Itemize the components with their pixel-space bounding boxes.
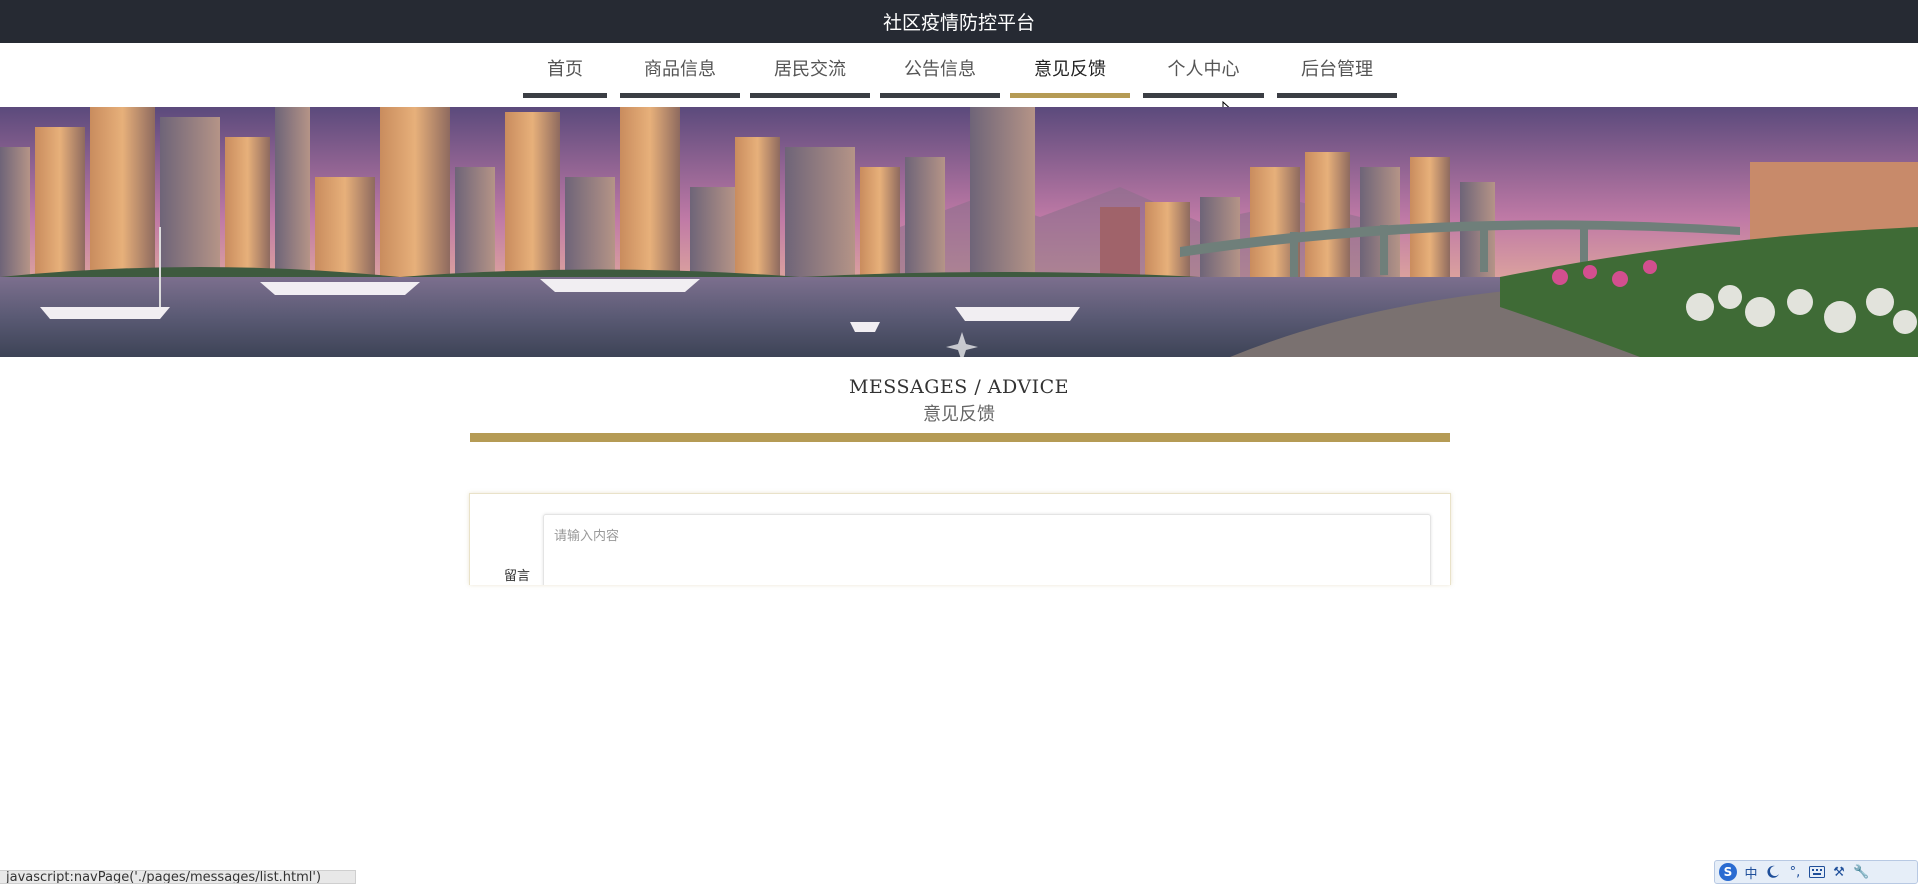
- nav-item-products[interactable]: 商品信息: [620, 43, 740, 98]
- punctuation-icon[interactable]: °,: [1787, 863, 1803, 881]
- keyboard-icon[interactable]: [1809, 863, 1825, 881]
- site-title: 社区疫情防控平台: [882, 12, 1035, 34]
- hero-banner-image: [0, 107, 1918, 357]
- sogou-q-icon[interactable]: S: [1719, 863, 1737, 881]
- moon-icon[interactable]: [1765, 863, 1781, 881]
- nav-item-feedback[interactable]: 意见反馈: [1010, 43, 1130, 98]
- city-skyline-illustration: [0, 107, 1918, 357]
- section-title-zh: 意见反馈: [923, 404, 995, 425]
- nav-item-home[interactable]: 首页: [523, 43, 607, 98]
- nav-item-announcements[interactable]: 公告信息: [880, 43, 1000, 98]
- wrench-icon[interactable]: 🔧: [1853, 863, 1869, 881]
- nav-item-resident-exchange[interactable]: 居民交流: [750, 43, 870, 98]
- site-title-bar: 社区疫情防控平台: [0, 0, 1918, 43]
- section-divider: [470, 433, 1450, 442]
- nav-item-admin[interactable]: 后台管理: [1277, 43, 1397, 98]
- ime-toolbar[interactable]: S 中 °, ⚒ 🔧: [1714, 860, 1918, 884]
- tools-icon[interactable]: ⚒: [1831, 863, 1847, 881]
- message-textarea[interactable]: [543, 514, 1431, 585]
- message-label: 留言: [504, 569, 531, 584]
- feedback-form-card: 留言: [469, 493, 1451, 585]
- section-title-en: MESSAGES / ADVICE: [848, 376, 1070, 398]
- nav-item-personal-center[interactable]: 个人中心: [1143, 43, 1264, 98]
- main-nav: 首页 商品信息 居民交流 公告信息 意见反馈 个人中心 后台管理: [0, 43, 1918, 107]
- status-bar-url: javascript:navPage('./pages/messages/lis…: [0, 870, 356, 884]
- ime-mode-label[interactable]: 中: [1743, 863, 1759, 882]
